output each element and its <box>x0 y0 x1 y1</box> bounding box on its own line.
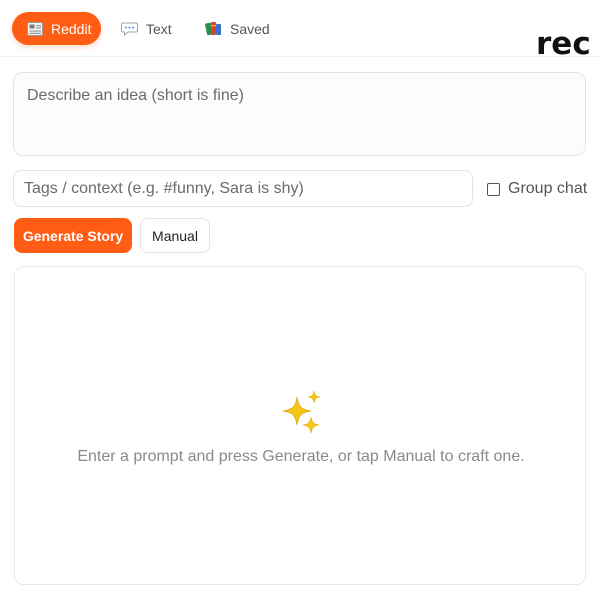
story-generator-page: Reddit Text Saved rec Describe an idea (… <box>0 0 600 600</box>
manual-button[interactable]: Manual <box>140 218 210 253</box>
brand-logo: rec <box>536 26 591 62</box>
tab-bar: Reddit Text Saved <box>0 0 600 57</box>
group-chat-toggle[interactable]: Group chat <box>487 178 587 200</box>
tab-saved-label: Saved <box>230 20 270 37</box>
speech-bubble-icon <box>121 20 138 37</box>
group-chat-label: Group chat <box>508 180 588 197</box>
empty-state-message: Enter a prompt and press Generate, or ta… <box>77 448 525 465</box>
group-chat-checkbox[interactable] <box>487 182 500 196</box>
tags-input[interactable] <box>13 170 473 207</box>
idea-input[interactable] <box>13 72 586 156</box>
story-panel: Enter a prompt and press Generate, or ta… <box>14 266 586 585</box>
generate-story-button[interactable]: Generate Story <box>14 218 132 253</box>
tab-text-label: Text <box>146 20 172 37</box>
tab-text[interactable]: Text <box>121 12 172 45</box>
newspaper-icon <box>26 20 43 37</box>
tab-reddit[interactable]: Reddit <box>12 12 101 45</box>
books-icon <box>205 20 222 37</box>
tab-reddit-label: Reddit <box>51 20 92 37</box>
tab-saved[interactable]: Saved <box>205 12 270 45</box>
sparkles-icon <box>282 390 321 434</box>
